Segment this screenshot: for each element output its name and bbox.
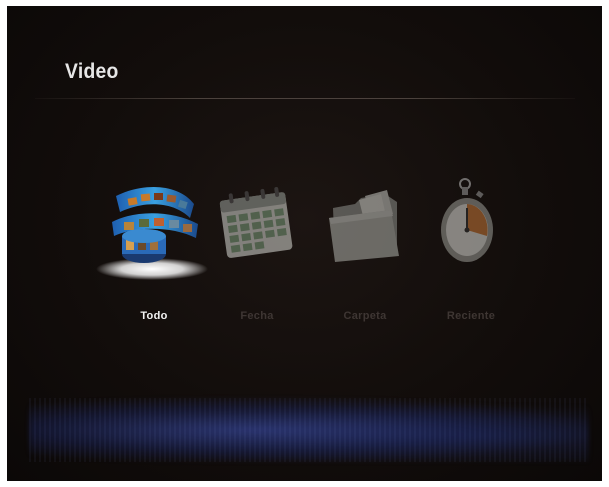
- menu-item-todo[interactable]: Todo: [94, 174, 214, 334]
- menu-label-reciente: Reciente: [446, 310, 496, 322]
- menu-item-carpeta[interactable]: Carpeta: [305, 174, 425, 334]
- menu-label-carpeta: Carpeta: [343, 310, 387, 322]
- menu-item-reciente[interactable]: Reciente: [411, 174, 531, 334]
- page-title: Video: [65, 60, 119, 83]
- stopwatch-icon: [441, 178, 493, 262]
- bottom-glow-texture: [29, 398, 589, 462]
- folder-icon: [329, 190, 399, 262]
- title-divider: [35, 98, 575, 99]
- calendar-icon: [219, 186, 293, 258]
- menu-item-fecha[interactable]: Fecha: [197, 174, 317, 334]
- menu-label-todo: Todo: [140, 310, 168, 322]
- menu-label-fecha: Fecha: [240, 310, 274, 322]
- film-reel-icon: [96, 186, 208, 280]
- video-menu-screen: Video Todo Fecha Carpeta Reciente: [7, 6, 602, 481]
